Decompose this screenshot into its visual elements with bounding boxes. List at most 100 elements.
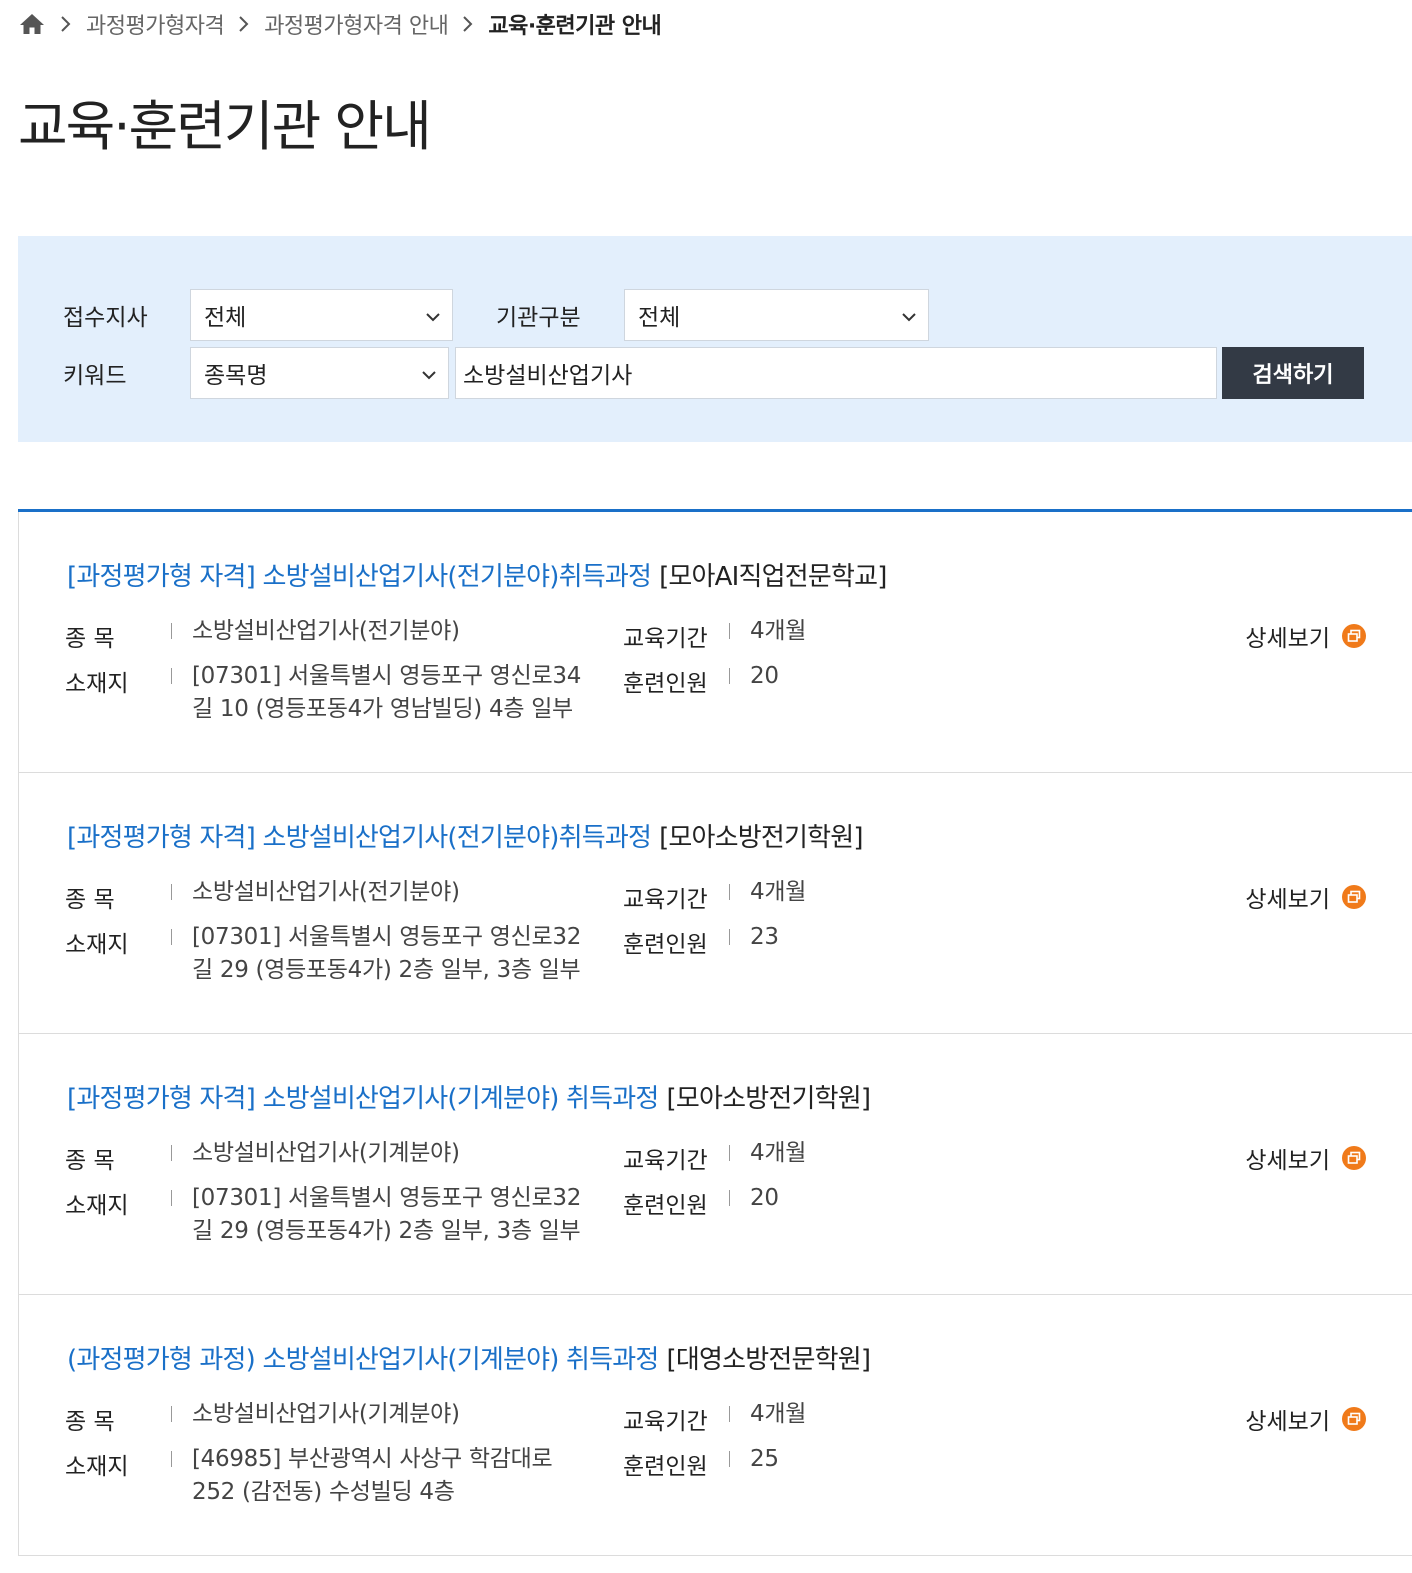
result-title[interactable]: [과정평가형 자격] 소방설비산업기사(기계분야) 취득과정 [모아소방전기학원] xyxy=(67,1078,871,1115)
trainees-label: 훈련인원 xyxy=(623,932,708,958)
address-line: [07301] 서울특별시 영등포구 영신로34 xyxy=(192,663,582,689)
result-title[interactable]: [과정평가형 자격] 소방설비산업기사(전기분야)취득과정 [모아AI직업전문학교… xyxy=(67,556,887,593)
divider xyxy=(171,623,172,639)
result-item: [과정평가형 자격] 소방설비산업기사(전기분야)취득과정 [모아AI직업전문학교… xyxy=(18,512,1412,773)
subject-label: 종 목 xyxy=(65,1148,115,1174)
breadcrumb-current: 교육·훈련기관 안내 xyxy=(488,14,662,39)
detail-button[interactable]: 상세보기 xyxy=(1245,1141,1366,1175)
result-title[interactable]: (과정평가형 과정) 소방설비산업기사(기계분야) 취득과정 [대영소방전문학원] xyxy=(67,1339,871,1376)
popup-window-icon xyxy=(1342,885,1366,909)
trainees-value: 20 xyxy=(750,1185,779,1211)
course-name[interactable]: [과정평가형 자격] 소방설비산업기사(전기분야)취득과정 xyxy=(67,823,652,853)
address-line: 길 29 (영등포동4가) 2층 일부, 3층 일부 xyxy=(192,957,581,983)
keyword-input-value: 소방설비산업기사 xyxy=(463,363,633,389)
duration-value: 4개월 xyxy=(750,879,807,905)
trainees-value: 20 xyxy=(750,663,779,689)
breadcrumb-item[interactable]: 과정평가형자격 안내 xyxy=(264,8,449,40)
trainees-label: 훈련인원 xyxy=(623,671,708,697)
subject-value: 소방설비산업기사(전기분야) xyxy=(192,618,460,644)
duration-label: 교육기간 xyxy=(623,1409,708,1435)
divider xyxy=(729,668,730,684)
divider xyxy=(171,668,172,684)
divider xyxy=(729,1451,730,1467)
detail-button[interactable]: 상세보기 xyxy=(1245,1402,1366,1436)
divider xyxy=(729,884,730,900)
branch-label: 접수지사 xyxy=(63,305,148,331)
org-name: [대영소방전문학원] xyxy=(666,1345,871,1375)
org-type-select-value: 전체 xyxy=(638,305,681,331)
trainees-label: 훈련인원 xyxy=(623,1454,708,1480)
duration-value: 4개월 xyxy=(750,1401,807,1427)
location-label: 소재지 xyxy=(65,1193,129,1219)
chevron-down-icon xyxy=(420,364,438,382)
subject-value: 소방설비산업기사(기계분야) xyxy=(192,1401,460,1427)
course-name[interactable]: [과정평가형 자격] 소방설비산업기사(전기분야)취득과정 xyxy=(67,562,652,592)
search-button[interactable]: 검색하기 xyxy=(1222,347,1364,399)
keyword-label: 키워드 xyxy=(63,363,127,389)
keyword-type-value: 종목명 xyxy=(204,363,268,389)
divider xyxy=(171,929,172,945)
divider xyxy=(729,1190,730,1206)
branch-select-value: 전체 xyxy=(204,305,247,331)
location-value: [46985] 부산광역시 사상구 학감대로 252 (감전동) 수성빌딩 4층 xyxy=(192,1443,612,1509)
divider xyxy=(171,1451,172,1467)
divider xyxy=(729,929,730,945)
detail-label: 상세보기 xyxy=(1245,887,1330,913)
result-item: (과정평가형 과정) 소방설비산업기사(기계분야) 취득과정 [대영소방전문학원]… xyxy=(18,1295,1412,1556)
search-panel: 접수지사 전체 기관구분 전체 키워드 종목명 소방설비산업기사 검색하기 xyxy=(18,236,1412,442)
divider xyxy=(729,1145,730,1161)
home-icon[interactable] xyxy=(18,10,46,38)
org-name: [모아소방전기학원] xyxy=(666,1084,871,1114)
org-name: [모아AI직업전문학교] xyxy=(659,562,887,592)
popup-window-icon xyxy=(1342,1407,1366,1431)
divider xyxy=(729,623,730,639)
breadcrumb-item[interactable]: 과정평가형자격 xyxy=(86,8,225,40)
detail-button[interactable]: 상세보기 xyxy=(1245,880,1366,914)
duration-value: 4개월 xyxy=(750,618,807,644)
address-line: 길 10 (영등포동4가 영남빌딩) 4층 일부 xyxy=(192,696,573,722)
divider xyxy=(171,1145,172,1161)
chevron-right-icon xyxy=(46,15,86,33)
location-label: 소재지 xyxy=(65,671,129,697)
address-line: [46985] 부산광역시 사상구 학감대로 xyxy=(192,1446,553,1472)
address-line: [07301] 서울특별시 영등포구 영신로32 xyxy=(192,924,582,950)
divider xyxy=(171,1406,172,1422)
location-value: [07301] 서울특별시 영등포구 영신로32 길 29 (영등포동4가) 2… xyxy=(192,1182,612,1248)
detail-label: 상세보기 xyxy=(1245,1409,1330,1435)
address-line: 252 (감전동) 수성빌딩 4층 xyxy=(192,1479,455,1505)
location-value: [07301] 서울특별시 영등포구 영신로32 길 29 (영등포동4가) 2… xyxy=(192,921,612,987)
popup-window-icon xyxy=(1342,1146,1366,1170)
location-label: 소재지 xyxy=(65,1454,129,1480)
keyword-input[interactable]: 소방설비산업기사 xyxy=(455,347,1217,399)
course-name[interactable]: [과정평가형 자격] 소방설비산업기사(기계분야) 취득과정 xyxy=(67,1084,659,1114)
result-item: [과정평가형 자격] 소방설비산업기사(전기분야)취득과정 [모아소방전기학원] … xyxy=(18,773,1412,1034)
keyword-type-select[interactable]: 종목명 xyxy=(190,347,449,399)
divider xyxy=(171,1190,172,1206)
trainees-label: 훈련인원 xyxy=(623,1193,708,1219)
duration-value: 4개월 xyxy=(750,1140,807,1166)
org-name: [모아소방전기학원] xyxy=(659,823,863,853)
divider xyxy=(171,884,172,900)
address-line: [07301] 서울특별시 영등포구 영신로32 xyxy=(192,1185,582,1211)
result-item: [과정평가형 자격] 소방설비산업기사(기계분야) 취득과정 [모아소방전기학원]… xyxy=(18,1034,1412,1295)
subject-label: 종 목 xyxy=(65,626,115,652)
course-name[interactable]: (과정평가형 과정) 소방설비산업기사(기계분야) 취득과정 xyxy=(67,1345,659,1375)
detail-label: 상세보기 xyxy=(1245,626,1330,652)
org-type-select[interactable]: 전체 xyxy=(624,289,929,341)
branch-select[interactable]: 전체 xyxy=(190,289,453,341)
result-title[interactable]: [과정평가형 자격] 소방설비산업기사(전기분야)취득과정 [모아소방전기학원] xyxy=(67,817,864,854)
result-list: [과정평가형 자격] 소방설비산업기사(전기분야)취득과정 [모아AI직업전문학교… xyxy=(18,509,1412,1556)
trainees-value: 23 xyxy=(750,924,779,950)
detail-button[interactable]: 상세보기 xyxy=(1245,619,1366,653)
location-label: 소재지 xyxy=(65,932,129,958)
chevron-down-icon xyxy=(424,306,442,324)
popup-window-icon xyxy=(1342,624,1366,648)
trainees-value: 25 xyxy=(750,1446,779,1472)
subject-label: 종 목 xyxy=(65,1409,115,1435)
subject-value: 소방설비산업기사(전기분야) xyxy=(192,879,460,905)
address-line: 길 29 (영등포동4가) 2층 일부, 3층 일부 xyxy=(192,1218,581,1244)
breadcrumb: 과정평가형자격 과정평가형자격 안내 교육·훈련기관 안내 xyxy=(18,8,662,40)
subject-label: 종 목 xyxy=(65,887,115,913)
page-title: 교육·훈련기관 안내 xyxy=(18,95,432,158)
duration-label: 교육기간 xyxy=(623,887,708,913)
